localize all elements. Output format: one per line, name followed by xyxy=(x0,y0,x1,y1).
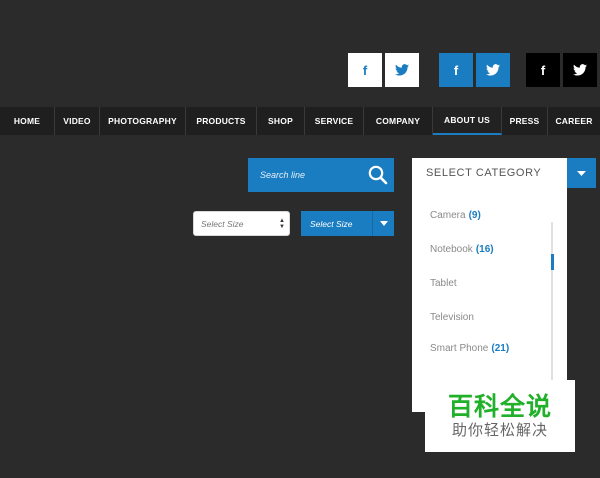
select-size-light[interactable]: Select Size ▲ ▼ xyxy=(193,211,290,236)
search-icon xyxy=(368,165,388,185)
nav-item-video[interactable]: VIDEO xyxy=(55,107,100,135)
select-size-label: Select Size xyxy=(310,218,353,229)
select-size-label: Select Size xyxy=(201,218,244,229)
twitter-icon xyxy=(573,64,587,76)
twitter-button-light[interactable] xyxy=(385,53,419,87)
nav-item-home[interactable]: HOME xyxy=(0,107,55,135)
main-nav: HOME VIDEO PHOTOGRAPHY PRODUCTS SHOP SER… xyxy=(0,107,600,135)
facebook-icon: f xyxy=(454,63,459,77)
facebook-button-dark[interactable]: f xyxy=(526,53,560,87)
watermark-title: 百科全说 xyxy=(447,392,552,421)
nav-item-photography[interactable]: PHOTOGRAPHY xyxy=(100,107,186,135)
search-button[interactable] xyxy=(362,158,394,192)
svg-text:f: f xyxy=(541,63,546,77)
nav-item-about-us[interactable]: ABOUT US xyxy=(433,107,502,135)
nav-item-career[interactable]: CAREER xyxy=(548,107,600,135)
twitter-button-dark[interactable] xyxy=(563,53,597,87)
svg-text:f: f xyxy=(363,63,368,77)
facebook-icon: f xyxy=(541,63,546,77)
twitter-icon xyxy=(486,64,500,76)
caret-down-icon xyxy=(567,158,596,188)
twitter-button-blue[interactable] xyxy=(476,53,510,87)
svg-text:f: f xyxy=(454,63,459,77)
category-name: Smart Phone xyxy=(430,343,489,354)
select-category[interactable]: SELECT CATEGORY xyxy=(412,158,596,188)
scrollbar-track[interactable] xyxy=(551,222,553,382)
search-bar xyxy=(248,157,394,193)
select-size-blue[interactable]: Select Size xyxy=(301,211,394,236)
category-option-tablet[interactable]: Tablet xyxy=(430,278,457,289)
nav-item-products[interactable]: PRODUCTS xyxy=(186,107,257,135)
category-name: Camera xyxy=(430,210,466,221)
select-category-label: SELECT CATEGORY xyxy=(426,167,542,179)
watermark-subtitle: 助你轻松解决 xyxy=(451,421,548,439)
category-option-television[interactable]: Television xyxy=(430,312,474,323)
watermark: 百科全说 助你轻松解决 xyxy=(425,380,575,452)
facebook-icon: f xyxy=(363,63,368,77)
category-option-notebook[interactable]: Notebook (16) xyxy=(430,244,494,255)
nav-item-company[interactable]: COMPANY xyxy=(364,107,433,135)
scrollbar-thumb[interactable] xyxy=(551,254,554,270)
category-option-camera[interactable]: Camera (9) xyxy=(430,210,481,221)
twitter-icon xyxy=(395,64,409,76)
category-count: (21) xyxy=(491,343,510,354)
nav-item-service[interactable]: SERVICE xyxy=(305,107,364,135)
caret-down-icon xyxy=(372,211,394,236)
category-name: Tablet xyxy=(430,278,457,289)
category-count: (9) xyxy=(468,210,481,221)
facebook-button-blue[interactable]: f xyxy=(439,53,473,87)
category-count: (16) xyxy=(475,244,494,255)
category-name: Television xyxy=(430,312,474,323)
category-name: Notebook xyxy=(430,244,473,255)
stepper-arrows-icon: ▲ ▼ xyxy=(279,217,285,230)
nav-item-shop[interactable]: SHOP xyxy=(257,107,305,135)
category-option-smart-phone[interactable]: Smart Phone (21) xyxy=(430,343,509,354)
category-dropdown-list: Camera (9) Notebook (16) Tablet Television… xyxy=(412,188,567,412)
search-input[interactable] xyxy=(248,157,362,193)
facebook-button-light[interactable]: f xyxy=(348,53,382,87)
nav-item-press[interactable]: PRESS xyxy=(502,107,548,135)
